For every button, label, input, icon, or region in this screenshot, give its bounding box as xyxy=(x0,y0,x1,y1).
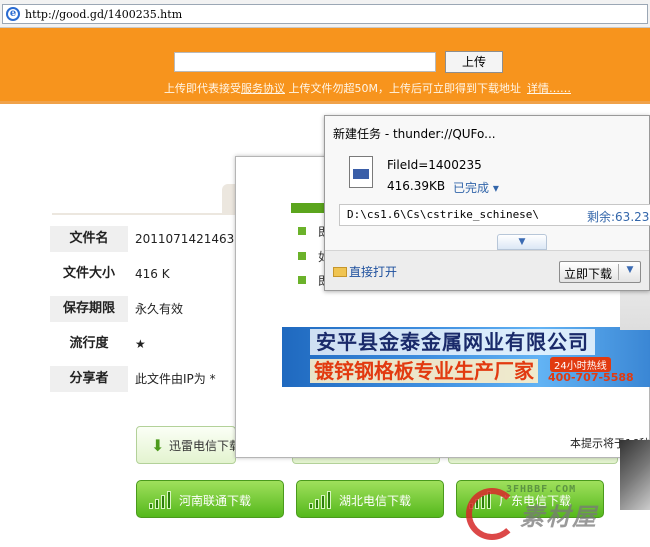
file-icon xyxy=(349,156,373,188)
watermark-small-text: 3FHBBF.COM xyxy=(506,484,577,495)
save-path: D:\cs1.6\Cs\cstrike_schinese\ xyxy=(347,208,540,221)
henan-download-label: 河南联通下载 xyxy=(179,494,252,508)
expand-toggle[interactable]: ▼ xyxy=(497,234,547,250)
url-field[interactable]: e http://good.gd/1400235.htm xyxy=(2,4,648,24)
chevron-down-icon: ▼ xyxy=(518,237,526,247)
info-key: 文件名 xyxy=(50,226,128,252)
ad-slogan: 镀锌钢格板专业生产厂家 xyxy=(310,359,538,383)
ad-company-name: 安平县金泰金属网业有限公司 xyxy=(310,329,595,355)
save-path-field[interactable]: D:\cs1.6\Cs\cstrike_schinese\ 剩余:63.23 xyxy=(339,204,650,226)
download-arrow-icon: ⬇ xyxy=(151,436,165,455)
thunder-new-task-dialog: 新建任务 - thunder://QUFo... FileId=1400235 … xyxy=(324,115,650,291)
advertisement-banner[interactable]: 安平县金泰金属网业有限公司 镀锌钢格板专业生产厂家 24小时热线 400-707… xyxy=(282,327,650,387)
bullet-icon xyxy=(298,227,306,235)
details-link[interactable]: 详情…… xyxy=(527,82,571,95)
info-row-sharer: 分享者 此文件由IP为 * xyxy=(50,364,240,399)
info-key: 文件大小 xyxy=(62,266,115,281)
info-key: 流行度 xyxy=(69,336,109,351)
bullet-icon xyxy=(298,276,306,284)
henan-unicom-download-button[interactable]: 河南联通下载 xyxy=(136,480,284,518)
upload-note: 上传即代表接受服务协议 上传文件勿超50M，上传后可立即得到下载地址 详情…… xyxy=(164,82,571,95)
file-size: 416.39KB xyxy=(387,179,446,193)
upload-header: 上传 上传即代表接受服务协议 上传文件勿超50M，上传后可立即得到下载地址 详情…… xyxy=(0,28,650,104)
thunder-download-label: 迅雷电信下载 xyxy=(169,439,242,453)
file-info-table: 文件名 20110714214637 文件大小 416 K 保存期限 永久有效 … xyxy=(50,224,242,399)
remaining-space: 剩余:63.23 xyxy=(587,210,650,224)
hubei-telecom-download-button[interactable]: 湖北电信下载 xyxy=(296,480,444,518)
dialog-footer: 直接打开 立即下载 ▼ xyxy=(325,250,649,290)
download-now-label: 立即下载 xyxy=(564,267,613,281)
watermark-logo: 3FHBBF.COM 素材屋 xyxy=(458,480,650,546)
folder-icon xyxy=(333,267,347,277)
thunder-download-button[interactable]: ⬇ 迅雷电信下载 xyxy=(136,426,241,464)
info-key: 保存期限 xyxy=(50,296,128,322)
signal-bars-icon xyxy=(309,491,333,509)
signal-bars-icon xyxy=(149,491,173,509)
download-now-button[interactable]: 立即下载 ▼ xyxy=(559,261,641,283)
info-row-retention: 保存期限 永久有效 xyxy=(50,294,240,329)
watermark-large-text: 素材屋 xyxy=(520,503,598,531)
ad-phone: 400-707-5588 xyxy=(548,371,634,384)
file-status[interactable]: 已完成 ▾ xyxy=(453,179,499,196)
open-directly-button[interactable]: 直接打开 xyxy=(333,263,397,280)
chevron-down-icon[interactable]: ▼ xyxy=(622,265,638,275)
address-bar: e http://good.gd/1400235.htm xyxy=(0,0,650,28)
info-key: 分享者 xyxy=(50,366,128,392)
dialog-title: 新建任务 - thunder://QUFo... xyxy=(333,127,496,141)
hubei-download-label: 湖北电信下载 xyxy=(339,494,412,508)
ie-page-icon: e xyxy=(6,7,20,21)
ad-hotline-label: 24小时热线 xyxy=(550,357,611,372)
upload-button[interactable]: 上传 xyxy=(445,51,503,73)
info-row-filesize: 文件大小 416 K xyxy=(50,259,240,294)
url-text: http://good.gd/1400235.htm xyxy=(25,8,183,21)
upload-file-input[interactable] xyxy=(174,52,436,72)
chevron-down-icon: ▾ xyxy=(489,181,499,195)
service-agreement-link[interactable]: 服务协议 xyxy=(241,82,285,95)
info-row-popularity: 流行度 ★ xyxy=(50,329,240,364)
file-id: FileId=1400235 xyxy=(387,158,482,172)
info-row-filename: 文件名 20110714214637 xyxy=(50,224,242,259)
tab-divider xyxy=(52,213,242,215)
bullet-icon xyxy=(298,252,306,260)
